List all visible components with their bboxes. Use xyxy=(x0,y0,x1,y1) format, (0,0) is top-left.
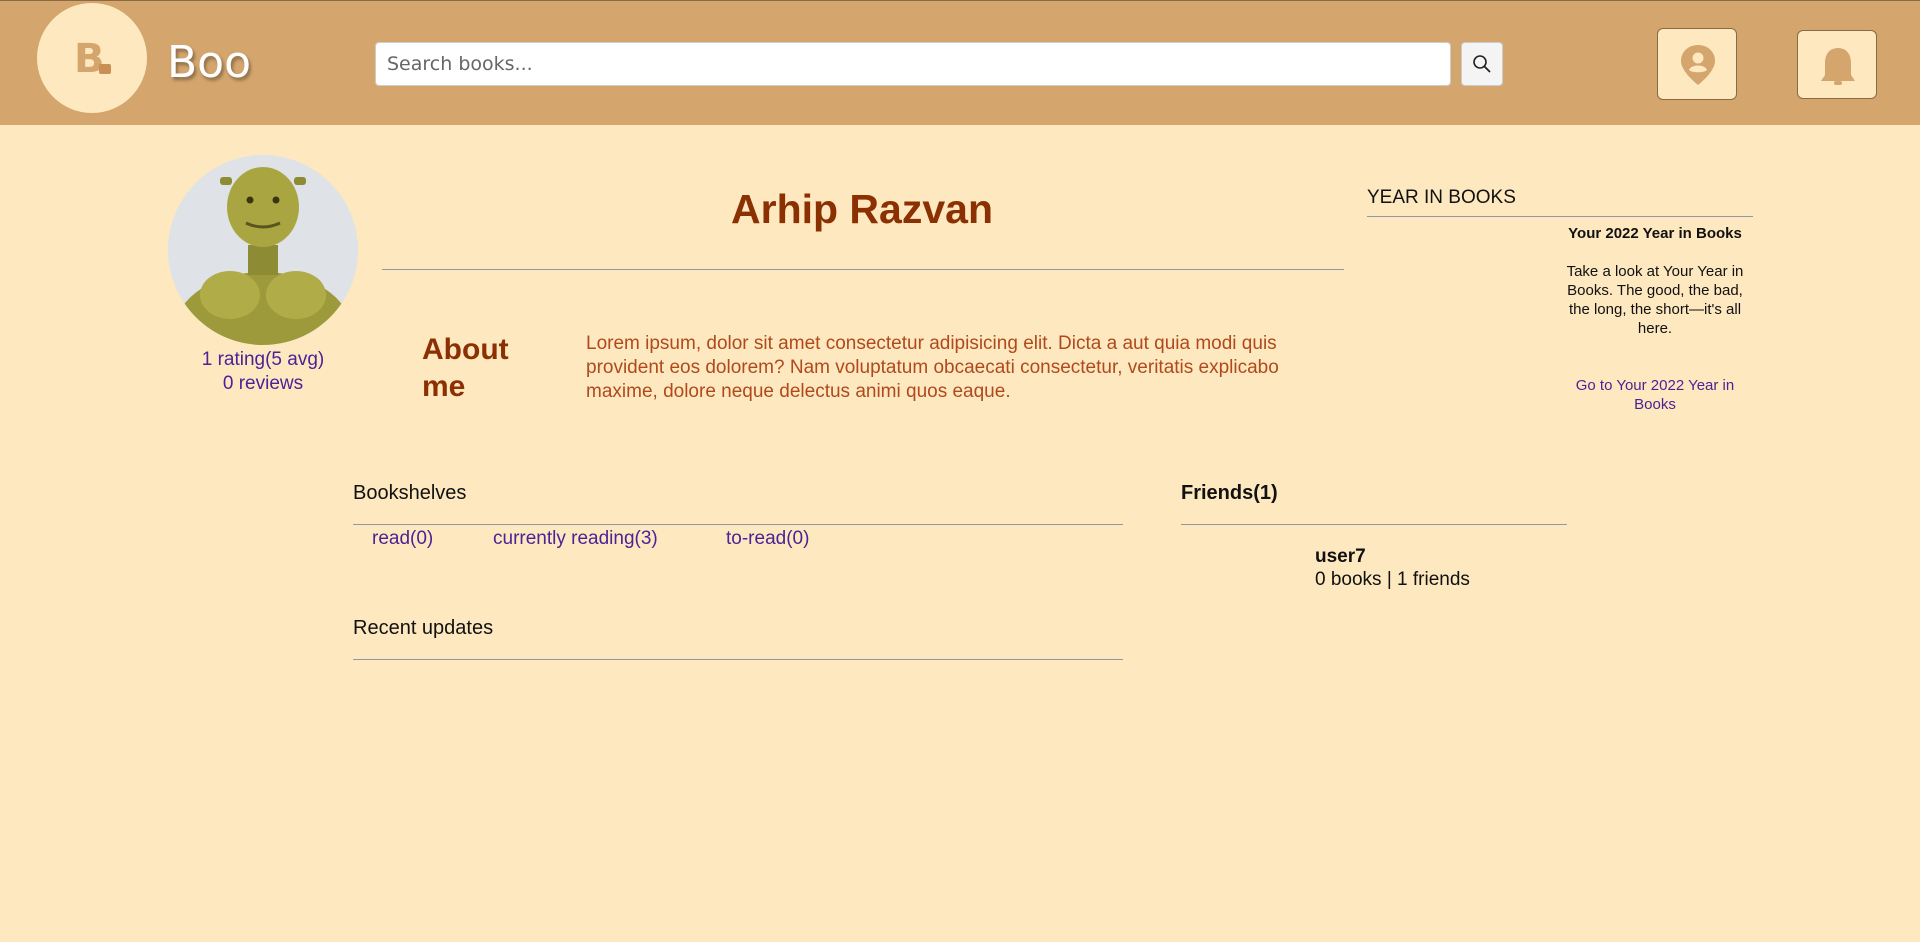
search-button[interactable] xyxy=(1461,42,1503,86)
profile-location-button[interactable] xyxy=(1657,28,1737,100)
shelf-read-link[interactable]: read(0) xyxy=(372,528,433,550)
year-in-books-description: Take a look at Your Year in Books. The g… xyxy=(1566,263,1744,337)
search-input[interactable] xyxy=(375,42,1451,86)
shelf-currently-reading-link[interactable]: currently reading(3) xyxy=(493,528,658,550)
friend-name-link[interactable]: user7 xyxy=(1315,546,1366,568)
about-me-title: About me xyxy=(422,333,509,403)
book-icon xyxy=(99,64,111,74)
divider xyxy=(353,524,1123,525)
divider xyxy=(382,269,1344,270)
year-in-books-link[interactable]: Go to Your 2022 Year in Books xyxy=(1557,376,1753,414)
recent-updates-title: Recent updates xyxy=(353,617,494,639)
shelf-to-read-link[interactable]: to-read(0) xyxy=(726,528,809,550)
divider xyxy=(1181,524,1567,525)
search-icon xyxy=(1473,55,1491,73)
reviews-link[interactable]: 0 reviews xyxy=(168,373,358,395)
divider xyxy=(1367,216,1753,217)
friends-title: Friends(1) xyxy=(1181,482,1278,504)
brand-name[interactable]: Boo xyxy=(167,37,251,88)
divider xyxy=(353,659,1123,660)
logo[interactable]: B xyxy=(37,3,147,113)
bookshelves-title: Bookshelves xyxy=(353,482,467,504)
notifications-button[interactable] xyxy=(1797,30,1877,99)
location-user-icon xyxy=(1681,45,1715,85)
logo-letter: B xyxy=(74,36,105,82)
profile-avatar xyxy=(168,155,358,345)
profile-name: Arhip Razvan xyxy=(731,186,993,232)
year-in-books-title: YEAR IN BOOKS xyxy=(1367,187,1516,208)
friend-stats: 0 books | 1 friends xyxy=(1315,569,1470,590)
ratings-link[interactable]: 1 rating(5 avg) xyxy=(168,349,358,371)
about-me-text: Lorem ipsum, dolor sit amet consectetur … xyxy=(586,333,1279,402)
top-navbar: B Boo xyxy=(0,0,1920,125)
year-in-books-heading: Your 2022 Year in Books xyxy=(1568,225,1742,242)
bell-icon xyxy=(1821,48,1855,85)
